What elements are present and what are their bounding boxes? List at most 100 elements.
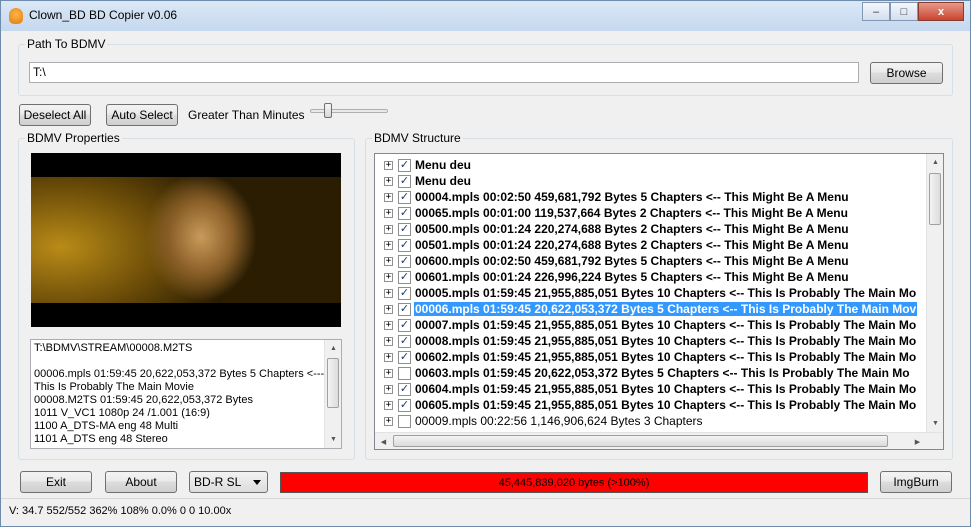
path-group: Path To BDMV T:\ Browse <box>18 37 953 96</box>
row-checkbox[interactable] <box>398 414 411 428</box>
tree-hscroll-thumb[interactable] <box>393 435 888 447</box>
title-bar[interactable]: Clown_BD BD Copier v0.06 – □ x <box>1 1 970 31</box>
tree-vscroll-thumb[interactable] <box>929 173 941 225</box>
expand-plus-icon[interactable]: + <box>384 192 393 202</box>
expand-plus-icon[interactable]: + <box>384 400 393 410</box>
browse-button[interactable]: Browse <box>870 62 943 84</box>
progress-text: 45,445,839,020 bytes (>100%) <box>498 476 650 489</box>
status-bar: V: 34.7 552/552 362% 108% 0.0% 0 0 10.00… <box>1 498 970 526</box>
tree-row-label: 00500.mpls 00:01:24 220,274,688 Bytes 2 … <box>415 222 849 236</box>
path-input[interactable]: T:\ <box>29 62 859 83</box>
tree-row[interactable]: + ✓ 00600.mpls 00:02:50 459,681,792 Bytes … <box>375 253 935 269</box>
size-progress-bar: 45,445,839,020 bytes (>100%) <box>280 472 868 493</box>
tree-row[interactable]: + ✓ 00005.mpls 01:59:45 21,955,885,051 Byt… <box>375 285 935 301</box>
tree-row-label: 00004.mpls 00:02:50 459,681,792 Bytes 5 … <box>415 190 849 204</box>
tree-row[interactable]: + ✓ 00006.mpls 01:59:45 20,622,053,372 Byt… <box>375 301 935 317</box>
expand-plus-icon[interactable]: + <box>384 384 393 394</box>
row-checkbox[interactable]: ✓ <box>398 334 411 348</box>
tree-row[interactable]: + ✓ 00602.mpls 01:59:45 21,955,885,051 Byt… <box>375 349 935 365</box>
scroll-down-icon[interactable]: ▼ <box>927 415 943 432</box>
tree-vertical-scrollbar[interactable]: ▲ ▼ <box>926 154 943 432</box>
tree-row[interactable]: + ✓ 00007.mpls 01:59:45 21,955,885,051 Byt… <box>375 317 935 333</box>
expand-plus-icon[interactable]: + <box>384 368 393 378</box>
scroll-right-icon[interactable]: ▶ <box>909 433 926 449</box>
row-checkbox[interactable]: ✓ <box>398 206 411 220</box>
info-scroll-thumb[interactable] <box>327 358 339 408</box>
tree-row-label: 00602.mpls 01:59:45 21,955,885,051 Bytes… <box>415 350 917 364</box>
expand-plus-icon[interactable]: + <box>384 240 393 250</box>
tree-row-label: 00501.mpls 00:01:24 220,274,688 Bytes 2 … <box>415 238 849 252</box>
tree-row[interactable]: +00603.mpls 01:59:45 20,622,053,372 Byte… <box>375 365 935 381</box>
tree-row[interactable]: +00009.mpls 00:22:56 1,146,906,624 Bytes… <box>375 413 935 429</box>
expand-plus-icon[interactable]: + <box>384 336 393 346</box>
row-checkbox[interactable]: ✓ <box>398 222 411 236</box>
row-checkbox[interactable]: ✓ <box>398 174 411 188</box>
app-window: Clown_BD BD Copier v0.06 – □ x Path To B… <box>0 0 971 527</box>
slider-thumb[interactable] <box>324 103 332 118</box>
info-line: 1100 A_DTS-MA eng 48 Multi <box>34 420 179 432</box>
exit-button[interactable]: Exit <box>20 471 92 493</box>
expand-plus-icon[interactable]: + <box>384 320 393 330</box>
scroll-up-icon[interactable]: ▲ <box>927 154 943 171</box>
slider-track[interactable] <box>310 109 388 113</box>
expand-plus-icon[interactable]: + <box>384 288 393 298</box>
row-checkbox[interactable]: ✓ <box>398 398 411 412</box>
about-button[interactable]: About <box>105 471 177 493</box>
tree-row-label: 00604.mpls 01:59:45 21,955,885,051 Bytes… <box>415 382 917 396</box>
auto-select-button[interactable]: Auto Select <box>106 104 178 126</box>
row-checkbox[interactable]: ✓ <box>398 190 411 204</box>
disc-type-value: BD-R SL <box>194 475 242 489</box>
expand-plus-icon[interactable]: + <box>384 272 393 282</box>
expand-plus-icon[interactable]: + <box>384 224 393 234</box>
structure-tree[interactable]: + ✓ Menu deu + ✓ Menu deu + ✓ 00004.mpls 00:02:5… <box>374 153 944 450</box>
tree-row[interactable]: + ✓ 00604.mpls 01:59:45 21,955,885,051 Byt… <box>375 381 935 397</box>
row-checkbox[interactable]: ✓ <box>398 238 411 252</box>
expand-plus-icon[interactable]: + <box>384 416 393 426</box>
expand-plus-icon[interactable]: + <box>384 352 393 362</box>
scroll-down-icon[interactable]: ▼ <box>325 431 341 448</box>
row-checkbox[interactable]: ✓ <box>398 302 411 316</box>
tree-row-label: Menu deu <box>415 158 471 172</box>
tree-row-label: 00600.mpls 00:02:50 459,681,792 Bytes 5 … <box>415 254 849 268</box>
expand-plus-icon[interactable]: + <box>384 208 393 218</box>
row-checkbox[interactable]: ✓ <box>398 382 411 396</box>
scroll-left-icon[interactable]: ◀ <box>375 433 392 449</box>
tree-row-label: 00009.mpls 00:22:56 1,146,906,624 Bytes … <box>415 414 703 428</box>
row-checkbox[interactable] <box>398 366 411 380</box>
properties-info-box[interactable]: T:\BDMV\STREAM\00008.M2TS 00006.mpls 01:… <box>30 339 342 449</box>
deselect-all-button[interactable]: Deselect All <box>19 104 91 126</box>
row-checkbox[interactable]: ✓ <box>398 286 411 300</box>
maximize-button[interactable]: □ <box>890 2 918 21</box>
info-line: 1101 A_DTS eng 48 Stereo <box>34 433 168 445</box>
tree-row[interactable]: + ✓ 00065.mpls 00:01:00 119,537,664 Bytes … <box>375 205 935 221</box>
tree-row[interactable]: + ✓ 00601.mpls 00:01:24 226,996,224 Bytes … <box>375 269 935 285</box>
tree-row[interactable]: + ✓ 00500.mpls 00:01:24 220,274,688 Bytes … <box>375 221 935 237</box>
properties-group-title: BDMV Properties <box>25 131 122 145</box>
tree-row[interactable]: + ✓ Menu deu <box>375 173 935 189</box>
minimize-button[interactable]: – <box>862 2 890 21</box>
window-title: Clown_BD BD Copier v0.06 <box>29 8 178 22</box>
tree-row[interactable]: + ✓ 00004.mpls 00:02:50 459,681,792 Bytes … <box>375 189 935 205</box>
row-checkbox[interactable]: ✓ <box>398 318 411 332</box>
expand-plus-icon[interactable]: + <box>384 176 393 186</box>
disc-type-select[interactable]: BD-R SL <box>189 471 268 493</box>
tree-row[interactable]: + ✓ Menu deu <box>375 157 935 173</box>
info-scrollbar[interactable]: ▲ ▼ <box>324 340 341 448</box>
close-button[interactable]: x <box>918 2 964 21</box>
info-lines: T:\BDMV\STREAM\00008.M2TS 00006.mpls 01:… <box>31 340 341 446</box>
row-checkbox[interactable]: ✓ <box>398 270 411 284</box>
row-checkbox[interactable]: ✓ <box>398 158 411 172</box>
scroll-up-icon[interactable]: ▲ <box>325 340 341 357</box>
expand-plus-icon[interactable]: + <box>384 256 393 266</box>
greater-than-minutes-label: Greater Than Minutes <box>188 108 305 122</box>
expand-plus-icon[interactable]: + <box>384 160 393 170</box>
tree-horizontal-scrollbar[interactable]: ◀ ▶ <box>375 432 943 449</box>
tree-row[interactable]: + ✓ 00605.mpls 01:59:45 21,955,885,051 Byt… <box>375 397 935 413</box>
video-preview <box>31 153 341 327</box>
tree-row[interactable]: + ✓ 00501.mpls 00:01:24 220,274,688 Bytes … <box>375 237 935 253</box>
imgburn-button[interactable]: ImgBurn <box>880 471 952 493</box>
row-checkbox[interactable]: ✓ <box>398 350 411 364</box>
row-checkbox[interactable]: ✓ <box>398 254 411 268</box>
tree-row[interactable]: + ✓ 00008.mpls 01:59:45 21,955,885,051 Byt… <box>375 333 935 349</box>
expand-plus-icon[interactable]: + <box>384 304 393 314</box>
